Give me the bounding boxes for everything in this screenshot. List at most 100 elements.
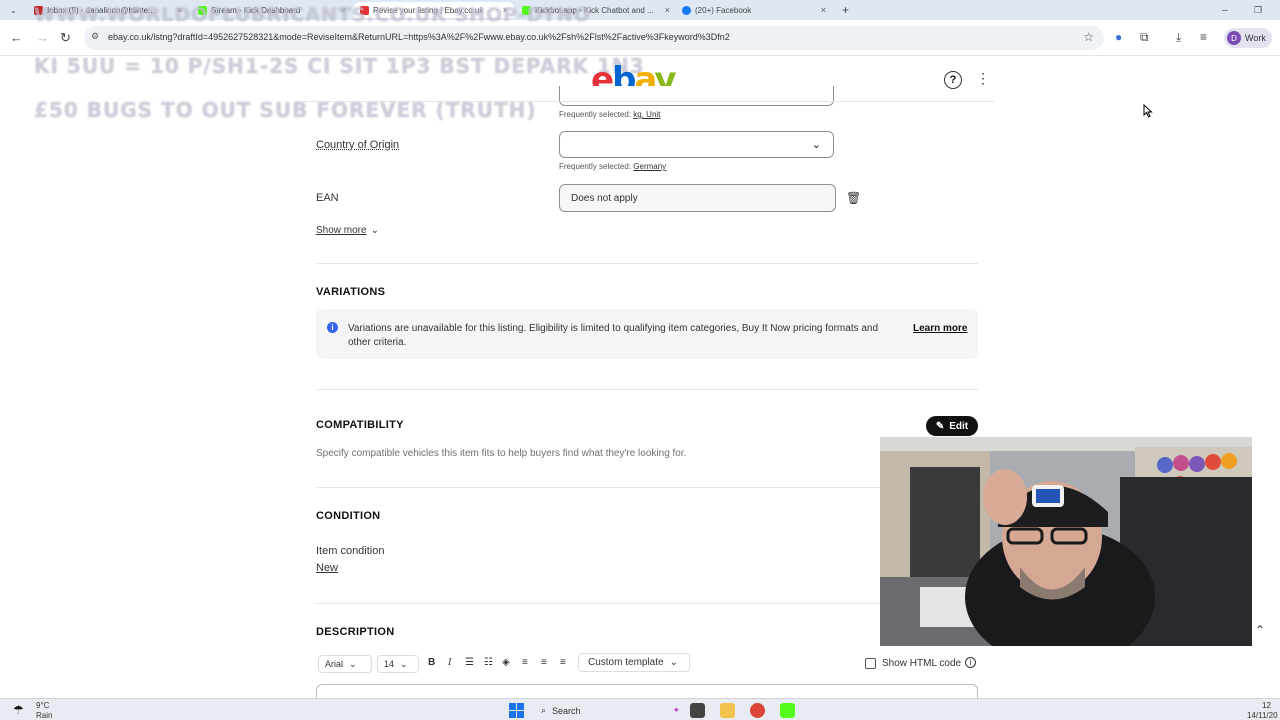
compatibility-description: Specify compatible vehicles this item fi… xyxy=(316,448,687,459)
country-frequent-option[interactable]: Germany xyxy=(633,162,666,171)
ean-input[interactable]: Does not apply xyxy=(559,184,836,212)
taskbar-search[interactable]: ⌕ Search ✦ xyxy=(535,702,680,719)
forward-icon[interactable]: → xyxy=(36,30,49,45)
chevron-down-icon: ⌄ xyxy=(669,657,678,668)
condition-title: CONDITION xyxy=(316,510,381,522)
profile-label: Work xyxy=(1245,33,1266,43)
weather-condition: Rain xyxy=(36,711,53,720)
frequent-label: Frequently selected: xyxy=(559,162,632,171)
downloads-icon[interactable]: ⤓ xyxy=(1176,30,1181,45)
omnibox[interactable]: ⚙ ebay.co.uk/lstng?draftId=4952627528321… xyxy=(84,26,1104,50)
facebook-icon xyxy=(682,5,691,15)
close-icon[interactable]: × xyxy=(821,5,826,15)
profile-button[interactable]: D Work xyxy=(1224,28,1272,48)
align-right-icon[interactable]: ≡ xyxy=(560,657,566,668)
pencil-icon: ✎ xyxy=(935,420,945,432)
font-size-value: 14 xyxy=(384,659,395,669)
delete-icon[interactable]: 🗑 xyxy=(846,191,861,205)
minimize-icon[interactable]: – xyxy=(1216,2,1234,18)
show-more-label: Show more xyxy=(316,225,367,236)
item-condition-label: Item condition xyxy=(316,545,385,557)
numbered-list-icon[interactable]: ☷ xyxy=(484,657,493,668)
show-more-button[interactable]: Show more ⌄ xyxy=(316,225,379,236)
country-label: Country of Origin xyxy=(316,139,400,151)
unit-frequent-options[interactable]: kg, Unit xyxy=(633,110,660,119)
align-center-icon[interactable]: ≡ xyxy=(541,657,547,668)
avatar: D xyxy=(1227,31,1241,45)
country-select[interactable]: ⌄ xyxy=(559,131,834,158)
clock-time: 12 xyxy=(1262,701,1271,710)
font-family-value: Arial xyxy=(325,659,344,669)
help-icon[interactable]: ? xyxy=(944,71,962,89)
search-icon: ⌕ xyxy=(541,705,547,715)
section-divider xyxy=(316,263,978,264)
edit-compatibility-button[interactable]: ✎ Edit xyxy=(926,416,978,436)
info-icon[interactable]: i xyxy=(965,657,976,668)
site-info-icon[interactable]: ⚙ xyxy=(91,31,99,42)
item-condition-value[interactable]: New xyxy=(316,562,338,574)
taskbar-search-label: Search xyxy=(552,705,581,716)
stream-overlay-line-2: KI 5UU = 10 P/SH1-2S CI SIT 1P3 BST DEPA… xyxy=(34,54,645,78)
webcam-image xyxy=(880,437,1252,646)
windows-start-icon[interactable] xyxy=(509,703,524,718)
reload-icon[interactable]: ↻ xyxy=(60,30,71,46)
description-title: DESCRIPTION xyxy=(316,626,395,638)
variations-title: VARIATIONS xyxy=(316,286,386,298)
extension-icon[interactable]: ● xyxy=(1115,30,1122,44)
section-divider xyxy=(316,487,978,488)
info-icon: i xyxy=(327,322,338,333)
tab-label: (20+) Facebook xyxy=(695,5,752,15)
compatibility-title: COMPATIBILITY xyxy=(316,419,404,431)
custom-template-label: Custom template xyxy=(588,657,664,668)
bold-icon[interactable]: B xyxy=(428,657,435,668)
file-explorer-icon[interactable] xyxy=(720,703,735,718)
url-text: ebay.co.uk/lstng?draftId=4952627528321&m… xyxy=(108,32,730,42)
section-divider xyxy=(316,603,978,604)
frequent-label: Frequently selected: xyxy=(559,110,632,119)
unit-select[interactable] xyxy=(559,86,834,106)
task-view-icon[interactable] xyxy=(690,703,705,718)
tab-facebook[interactable]: (20+) Facebook × xyxy=(676,2,832,18)
unit-frequent: Frequently selected: kg, Unit xyxy=(559,110,660,119)
font-size-select[interactable]: 14 ⌄ xyxy=(377,655,419,673)
clock-date: 14/11/20 xyxy=(1247,711,1278,720)
new-tab-icon[interactable]: + xyxy=(836,2,855,18)
custom-template-select[interactable]: Custom template ⌄ xyxy=(578,653,690,672)
weather-rain-icon[interactable]: ☂ xyxy=(13,703,24,717)
variations-info-text: Variations are unavailable for this list… xyxy=(348,323,879,348)
country-frequent: Frequently selected: Germany xyxy=(559,162,666,171)
windows-taskbar: ☂ 9°C Rain ⌕ Search ✦ 12 14/11/20 xyxy=(0,698,1280,720)
weather-temperature: 9°C xyxy=(36,701,50,710)
stream-overlay-line-1: WWW.WORLDOFLUBRICANTS.CO.UK SHOP-DYNO xyxy=(34,4,591,26)
kick-app-icon[interactable] xyxy=(780,703,795,718)
section-divider xyxy=(316,389,978,390)
bookmark-star-icon[interactable]: ☆ xyxy=(1083,30,1094,44)
fill-color-icon[interactable]: ◈ xyxy=(502,657,510,668)
scroll-to-top-icon[interactable]: ⌃ xyxy=(1255,623,1265,637)
copilot-icon: ✦ xyxy=(672,705,680,715)
ean-label: EAN xyxy=(316,192,339,204)
bullet-list-icon[interactable]: ☰ xyxy=(465,657,474,668)
webcam-overlay xyxy=(880,437,1252,646)
chrome-icon[interactable] xyxy=(750,703,765,718)
italic-icon[interactable]: I xyxy=(448,657,451,668)
extensions-puzzle-icon[interactable]: ⧉ xyxy=(1140,30,1149,45)
chevron-down-icon: ⌄ xyxy=(400,658,408,669)
tab-search-icon[interactable]: ⌄ xyxy=(4,2,22,18)
align-left-icon[interactable]: ≡ xyxy=(522,657,528,668)
edit-label: Edit xyxy=(949,420,969,432)
restore-icon[interactable]: ❐ xyxy=(1248,2,1268,18)
more-options-icon[interactable]: ⋮ xyxy=(976,70,990,87)
chevron-down-icon: ⌄ xyxy=(370,225,379,236)
font-family-select[interactable]: Arial ⌄ xyxy=(318,655,372,673)
variations-info-box: i Variations are unavailable for this li… xyxy=(316,309,978,359)
chevron-down-icon: ⌄ xyxy=(811,139,821,151)
show-html-checkbox[interactable] xyxy=(865,658,876,669)
close-icon[interactable]: × xyxy=(665,5,670,15)
back-icon[interactable]: ← xyxy=(10,30,23,45)
media-control-icon[interactable]: ≡ xyxy=(1200,30,1207,44)
chevron-down-icon: ⌄ xyxy=(349,658,357,669)
header-divider xyxy=(296,101,994,102)
mouse-cursor-icon xyxy=(1143,104,1153,118)
learn-more-link[interactable]: Learn more xyxy=(913,323,967,334)
